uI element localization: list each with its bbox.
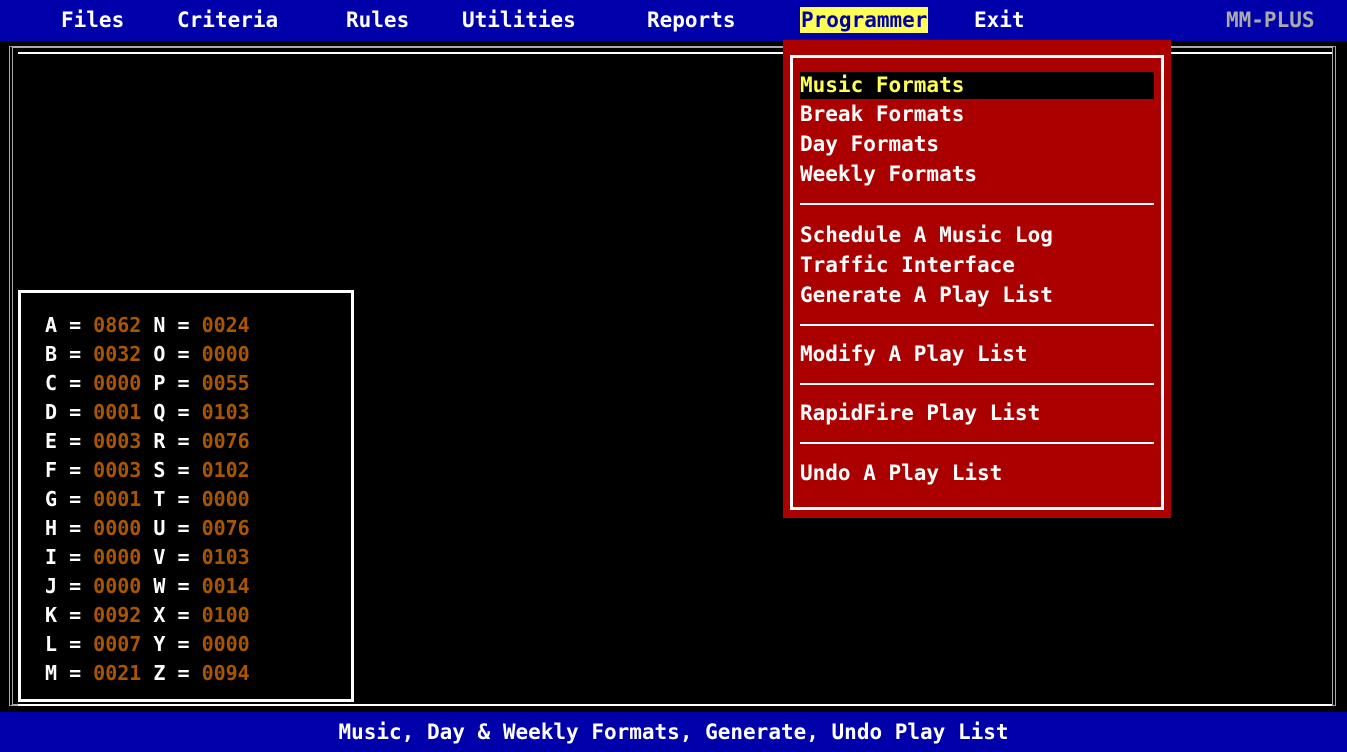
count-row: C = 0000 P = 0055 — [45, 371, 250, 395]
count-letter: K — [45, 603, 58, 627]
menu-rules[interactable]: Rules — [346, 7, 409, 33]
count-letter: Y — [153, 632, 166, 656]
menu-item-generate-play-list[interactable]: Generate A Play List — [800, 282, 1154, 309]
count-value: 0103 — [201, 400, 250, 424]
menu-exit[interactable]: Exit — [974, 7, 1025, 33]
menu-utilities[interactable]: Utilities — [462, 7, 576, 33]
count-letter: D — [45, 400, 58, 424]
count-letter: U — [153, 516, 166, 540]
menu-separator — [800, 383, 1154, 385]
count-value: 0076 — [201, 429, 250, 453]
menu-item-schedule-music-log[interactable]: Schedule A Music Log — [800, 222, 1154, 249]
menu-item-music-formats[interactable]: Music Formats — [800, 72, 1154, 99]
count-row: F = 0003 S = 0102 — [45, 458, 250, 482]
count-value: 0014 — [201, 574, 250, 598]
count-row: G = 0001 T = 0000 — [45, 487, 250, 511]
count-value: 0000 — [93, 545, 142, 569]
count-value: 0000 — [93, 574, 142, 598]
count-value: 0000 — [93, 371, 142, 395]
count-value: 0000 — [201, 487, 250, 511]
count-row: L = 0007 Y = 0000 — [45, 632, 250, 656]
count-value: 0076 — [201, 516, 250, 540]
menu-item-modify-play-list[interactable]: Modify A Play List — [800, 341, 1154, 368]
count-row: A = 0862 N = 0024 — [45, 313, 250, 337]
letter-counts-panel: A = 0862 N = 0024 B = 0032 O = 0000 C = … — [18, 290, 354, 702]
count-row: H = 0000 U = 0076 — [45, 516, 250, 540]
menu-item-day-formats[interactable]: Day Formats — [800, 131, 1154, 158]
count-letter: T — [153, 487, 166, 511]
count-letter: W — [153, 574, 166, 598]
menu-separator — [800, 442, 1154, 444]
count-value: 0001 — [93, 487, 142, 511]
count-row: K = 0092 X = 0100 — [45, 603, 250, 627]
count-value: 0862 — [93, 313, 142, 337]
count-letter: L — [45, 632, 58, 656]
count-letter: E — [45, 429, 58, 453]
count-letter: C — [45, 371, 58, 395]
count-row: J = 0000 W = 0014 — [45, 574, 250, 598]
menu-separator — [800, 324, 1154, 326]
menu-criteria[interactable]: Criteria — [177, 7, 278, 33]
count-value: 0003 — [93, 458, 142, 482]
count-letter: H — [45, 516, 58, 540]
count-letter: A — [45, 313, 58, 337]
count-value: 0102 — [201, 458, 250, 482]
count-letter: R — [153, 429, 166, 453]
count-letter: V — [153, 545, 166, 569]
count-value: 0000 — [93, 516, 142, 540]
count-value: 0000 — [201, 632, 250, 656]
count-row: E = 0003 R = 0076 — [45, 429, 250, 453]
count-row: M = 0021 Z = 0094 — [45, 661, 250, 685]
menu-programmer[interactable]: Programmer — [800, 7, 929, 33]
menu-item-break-formats[interactable]: Break Formats — [800, 101, 1154, 128]
count-row: B = 0032 O = 0000 — [45, 342, 250, 366]
menu-bar: Files Criteria Rules Utilities Reports P… — [0, 0, 1347, 41]
menu-separator — [800, 203, 1154, 205]
count-letter: F — [45, 458, 58, 482]
count-letter: O — [153, 342, 166, 366]
count-letter: S — [153, 458, 166, 482]
count-letter: I — [45, 545, 58, 569]
count-letter: Z — [153, 661, 166, 685]
count-value: 0055 — [201, 371, 250, 395]
count-value: 0103 — [201, 545, 250, 569]
count-value: 0100 — [201, 603, 250, 627]
count-value: 0000 — [201, 342, 250, 366]
menu-reports[interactable]: Reports — [647, 7, 736, 33]
count-row: D = 0001 Q = 0103 — [45, 400, 250, 424]
count-value: 0024 — [201, 313, 250, 337]
count-value: 0001 — [93, 400, 142, 424]
count-value: 0007 — [93, 632, 142, 656]
count-value: 0032 — [93, 342, 142, 366]
menu-files[interactable]: Files — [61, 7, 124, 33]
count-letter: P — [153, 371, 166, 395]
menu-item-undo-play-list[interactable]: Undo A Play List — [800, 460, 1154, 487]
count-value: 0092 — [93, 603, 142, 627]
count-letter: M — [45, 661, 58, 685]
menu-item-weekly-formats[interactable]: Weekly Formats — [800, 161, 1154, 188]
count-letter: Q — [153, 400, 166, 424]
count-letter: B — [45, 342, 58, 366]
count-letter: G — [45, 487, 58, 511]
menu-item-traffic-interface[interactable]: Traffic Interface — [800, 252, 1154, 279]
count-row: I = 0000 V = 0103 — [45, 545, 250, 569]
menu-item-rapidfire-play-list[interactable]: RapidFire Play List — [800, 400, 1154, 427]
count-letter: N — [153, 313, 166, 337]
app-brand: MM-PLUS — [1226, 8, 1315, 32]
count-value: 0003 — [93, 429, 142, 453]
status-bar: Music, Day & Weekly Formats, Generate, U… — [0, 712, 1347, 752]
count-letter: X — [153, 603, 166, 627]
count-value: 0021 — [93, 661, 142, 685]
programmer-dropdown-menu: Music Formats Break Formats Day Formats … — [783, 40, 1171, 518]
count-letter: J — [45, 574, 58, 598]
count-value: 0094 — [201, 661, 250, 685]
